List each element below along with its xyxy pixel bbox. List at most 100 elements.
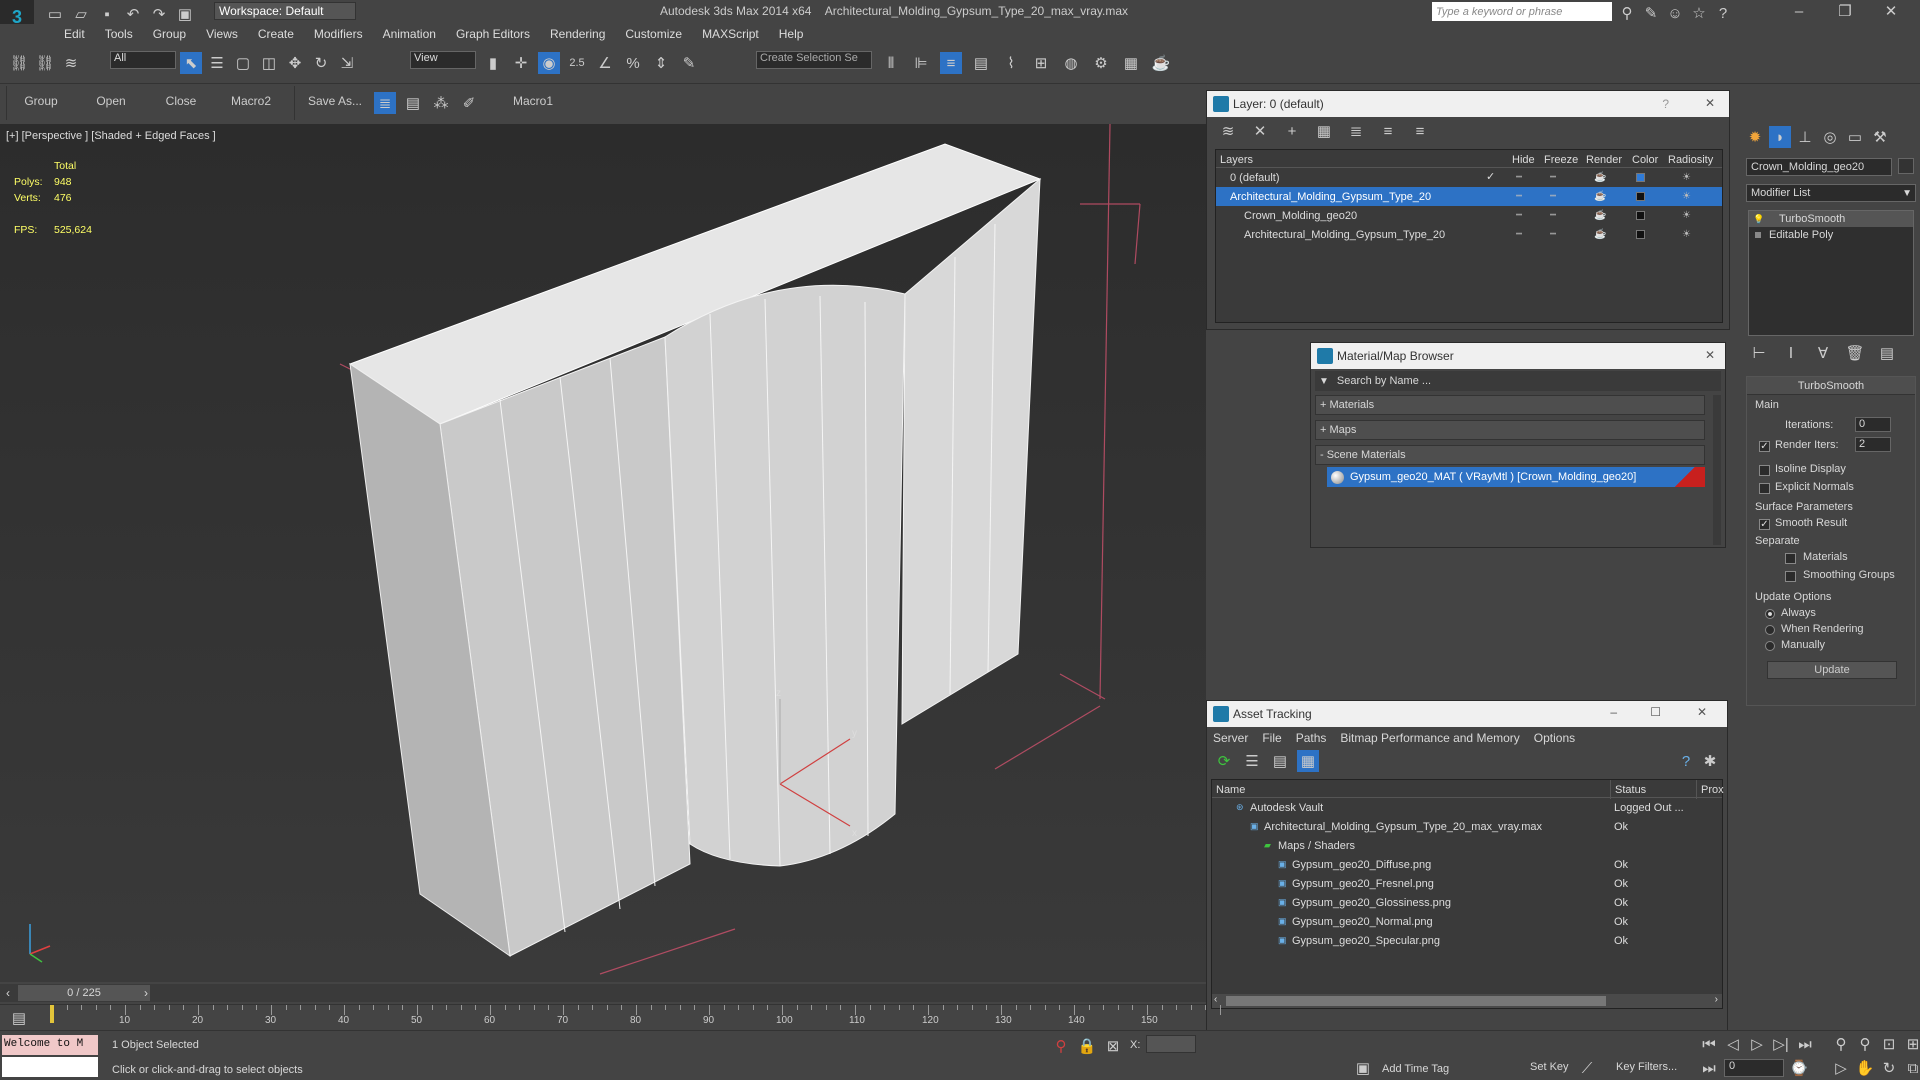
- radiosity-icon[interactable]: ☀: [1682, 225, 1691, 244]
- keyboard-shortcut-icon[interactable]: ◉: [538, 52, 560, 74]
- smooth-result-checkbox[interactable]: [1759, 519, 1770, 530]
- asset-row[interactable]: ▣ Architectural_Molding_Gypsum_Type_20_ma…: [1212, 817, 1722, 836]
- update-always-radio[interactable]: [1765, 609, 1775, 619]
- modify-tab-icon[interactable]: ◗: [1769, 126, 1791, 148]
- schematic-view-icon[interactable]: ⊞: [1030, 52, 1052, 74]
- menu-graph-editors[interactable]: Graph Editors: [446, 27, 540, 41]
- hide-toggle-icon[interactable]: ┅: [1516, 225, 1522, 244]
- show-end-result-icon[interactable]: Ⅰ: [1780, 342, 1802, 364]
- key-filters-button[interactable]: Key Filters...: [1616, 1061, 1677, 1073]
- key-mode-toggle-icon[interactable]: ⏭: [1698, 1057, 1720, 1079]
- create-layer-icon[interactable]: ≋: [1217, 120, 1239, 142]
- asset-menu-options[interactable]: Options: [1534, 731, 1575, 745]
- close-icon[interactable]: ✕: [1705, 348, 1715, 362]
- layer-color-swatch[interactable]: [1636, 230, 1645, 239]
- asset-menu-bitmap-performance-and-memory[interactable]: Bitmap Performance and Memory: [1340, 731, 1519, 745]
- move-icon[interactable]: ✥: [284, 52, 306, 74]
- render-toggle-icon[interactable]: ☕: [1594, 168, 1606, 187]
- edit-named-selection-icon[interactable]: ✎: [678, 52, 700, 74]
- col-color[interactable]: Color: [1632, 150, 1658, 169]
- scene-material-item[interactable]: Gypsum_geo20_MAT ( VRayMtl ) [Crown_Mold…: [1327, 467, 1705, 487]
- refresh-icon[interactable]: ⟳: [1213, 750, 1235, 772]
- freeze-toggle-icon[interactable]: ┅: [1550, 187, 1556, 206]
- time-slider-thumb[interactable]: 0 / 225: [18, 985, 150, 1001]
- orbit-icon[interactable]: ↻: [1878, 1057, 1900, 1079]
- menu-group[interactable]: Group: [143, 27, 196, 41]
- project-folder-icon[interactable]: ▣: [174, 3, 196, 25]
- asset-row[interactable]: ▰ Maps / Shaders: [1212, 836, 1722, 855]
- add-selected-icon[interactable]: +: [1281, 120, 1303, 142]
- perspective-viewport[interactable]: [+] [Perspective ] [Shaded + Edged Faces…: [0, 124, 1206, 982]
- radiosity-icon[interactable]: ☀: [1682, 168, 1691, 187]
- zoom-extents-all-icon[interactable]: ⊞: [1902, 1033, 1920, 1055]
- previous-frame-icon[interactable]: ◁: [1722, 1033, 1744, 1055]
- close-icon[interactable]: ✕: [1697, 705, 1707, 719]
- asset-menu-paths[interactable]: Paths: [1296, 731, 1327, 745]
- zoom-extents-icon[interactable]: ⊡: [1878, 1033, 1900, 1055]
- rollout-header[interactable]: TurboSmooth: [1747, 377, 1915, 395]
- time-next-icon[interactable]: ›: [144, 986, 148, 1000]
- menu-customize[interactable]: Customize: [615, 27, 692, 41]
- menu-views[interactable]: Views: [196, 27, 248, 41]
- menu-modifiers[interactable]: Modifiers: [304, 27, 373, 41]
- percent-snap-icon[interactable]: %: [622, 52, 644, 74]
- macro1-button[interactable]: Macro1: [500, 94, 566, 108]
- smoothing-groups-checkbox[interactable]: [1785, 571, 1796, 582]
- add-time-tag[interactable]: Add Time Tag: [1382, 1063, 1449, 1075]
- open-file-icon[interactable]: ▱: [70, 3, 92, 25]
- lightbulb-icon[interactable]: 💡: [1753, 214, 1765, 225]
- update-button[interactable]: Update: [1767, 661, 1897, 679]
- field-of-view-icon[interactable]: ▷: [1830, 1057, 1852, 1079]
- hierarchy-tab-icon[interactable]: ⊥: [1794, 126, 1816, 148]
- display-tab-icon[interactable]: ▭: [1844, 126, 1866, 148]
- link-icon[interactable]: ⛓: [8, 52, 30, 74]
- delete-layer-icon[interactable]: ✕: [1249, 120, 1271, 142]
- make-unique-icon[interactable]: ∀: [1812, 342, 1834, 364]
- asset-row[interactable]: ▣ Gypsum_geo20_Normal.png Ok: [1212, 912, 1722, 931]
- time-config-icon[interactable]: ⌚: [1788, 1057, 1810, 1079]
- update-manually-radio[interactable]: [1765, 641, 1775, 651]
- snaps-toggle-icon[interactable]: 2.5: [566, 52, 588, 74]
- menu-edit[interactable]: Edit: [54, 27, 95, 41]
- col-name[interactable]: Name: [1216, 780, 1245, 799]
- go-to-end-icon[interactable]: ⏭: [1794, 1033, 1816, 1055]
- scene-materials-section[interactable]: - Scene Materials: [1315, 445, 1705, 465]
- render-teapot-icon[interactable]: ☕: [1150, 52, 1172, 74]
- help-search-input[interactable]: Type a keyword or phrase: [1432, 2, 1612, 21]
- maxscript-listener[interactable]: Welcome to M: [2, 1035, 98, 1055]
- group-button[interactable]: Group: [10, 94, 72, 108]
- isolate-icon[interactable]: ⚲: [1050, 1035, 1072, 1057]
- col-render[interactable]: Render: [1586, 150, 1622, 169]
- curve-editor-icon[interactable]: ⌇: [1000, 52, 1022, 74]
- new-file-icon[interactable]: ▭: [44, 3, 66, 25]
- scroll-thumb[interactable]: [1226, 996, 1606, 1006]
- hide-toggle-icon[interactable]: ┅: [1516, 206, 1522, 225]
- current-layer-check-icon[interactable]: ✓: [1486, 170, 1495, 183]
- asset-row[interactable]: ▣ Gypsum_geo20_Glossiness.png Ok: [1212, 893, 1722, 912]
- graphite-toggle-icon[interactable]: ▤: [970, 52, 992, 74]
- x-coordinate-field[interactable]: [1146, 1035, 1196, 1053]
- asset-row[interactable]: ▣ Gypsum_geo20_Specular.png Ok: [1212, 931, 1722, 950]
- material-editor-icon[interactable]: ◍: [1060, 52, 1082, 74]
- redo-icon[interactable]: ↷: [148, 3, 170, 25]
- scroll-right-icon[interactable]: ›: [1715, 994, 1718, 1005]
- macro2-button[interactable]: Macro2: [220, 94, 282, 108]
- layer-row[interactable]: Architectural_Molding_Gypsum_Type_20 ┅ ┅ ☕ ☀: [1216, 225, 1722, 244]
- layer-manager-icon[interactable]: ≡: [940, 52, 962, 74]
- select-manipulate-icon[interactable]: ✛: [510, 52, 532, 74]
- track-bar[interactable]: ▤ 10 20 30 40 50 60 70 80 90 100 110 120 130 140 150: [0, 1004, 1221, 1028]
- utilities-tab-icon[interactable]: ⚒: [1869, 126, 1891, 148]
- maxscript-output[interactable]: [2, 1057, 98, 1077]
- select-object-icon[interactable]: ⬉: [180, 52, 202, 74]
- configure-sets-icon[interactable]: ▤: [1876, 342, 1898, 364]
- angle-snap-icon[interactable]: ∠: [594, 52, 616, 74]
- freeze-toggle-icon[interactable]: ┅: [1550, 225, 1556, 244]
- pan-icon[interactable]: ✋: [1854, 1057, 1876, 1079]
- menu-tools[interactable]: Tools: [95, 27, 143, 41]
- col-proxy[interactable]: Prox: [1696, 780, 1724, 799]
- layer-row[interactable]: 0 (default) ┅ ┅ ☕ ☀ ✓: [1216, 168, 1722, 187]
- isoline-checkbox[interactable]: [1759, 465, 1770, 476]
- col-freeze[interactable]: Freeze: [1544, 150, 1578, 169]
- stack-item-turbosmooth[interactable]: 💡 TurboSmooth: [1749, 211, 1913, 227]
- update-when-rendering-radio[interactable]: [1765, 625, 1775, 635]
